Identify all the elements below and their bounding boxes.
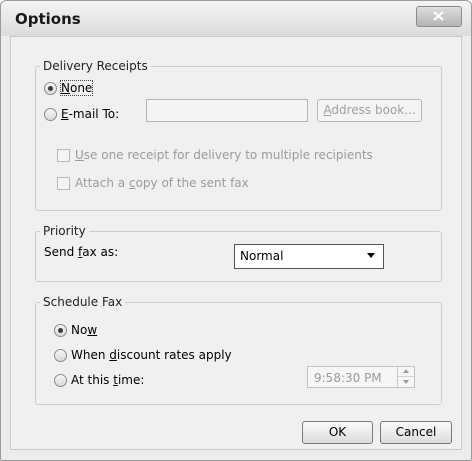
time-value: 9:58:30 PM	[314, 371, 382, 385]
one-receipt-checkbox[interactable]	[57, 148, 70, 162]
cancel-button[interactable]: Cancel	[380, 421, 452, 444]
at-time-radio[interactable]	[54, 373, 67, 387]
schedule-fax-legend: Schedule Fax	[40, 295, 126, 309]
priority-legend: Priority	[40, 224, 89, 238]
spin-down-icon	[403, 380, 409, 384]
now-radio-option[interactable]: Now	[54, 323, 97, 337]
ok-button[interactable]: OK	[302, 421, 373, 444]
title-bar[interactable]: Options	[1, 1, 471, 36]
at-time-label: At this time:	[71, 373, 145, 387]
email-label: E-mail To:	[61, 107, 120, 121]
one-receipt-option[interactable]: Use one receipt for delivery to multiple…	[57, 148, 373, 162]
email-radio[interactable]	[44, 107, 57, 121]
one-receipt-label: Use one receipt for delivery to multiple…	[75, 148, 373, 162]
none-radio[interactable]	[44, 81, 57, 95]
none-label: None	[59, 80, 94, 96]
email-radio-option[interactable]: E-mail To:	[44, 107, 119, 121]
time-spinner[interactable]: 9:58:30 PM	[307, 366, 415, 388]
dialog-title: Options	[15, 10, 81, 28]
send-fax-as-label: Send fax as:	[44, 245, 119, 259]
attach-copy-label: Attach a copy of the sent fax	[75, 176, 249, 190]
address-book-button[interactable]: Address book...	[317, 99, 422, 122]
send-fax-as-row: Send fax as:	[44, 245, 118, 259]
discount-label: When discount rates apply	[71, 348, 232, 362]
email-to-field[interactable]	[146, 99, 308, 122]
priority-select[interactable]: Normal	[234, 244, 384, 269]
spin-down-button[interactable]	[398, 377, 414, 387]
priority-value: Normal	[240, 249, 284, 263]
close-icon	[433, 11, 444, 21]
discount-radio-option[interactable]: When discount rates apply	[54, 348, 232, 362]
none-radio-option[interactable]: None	[44, 80, 94, 96]
discount-radio[interactable]	[54, 348, 67, 362]
spin-up-icon	[403, 369, 409, 373]
time-spinner-arrows[interactable]	[397, 367, 414, 387]
close-button[interactable]	[416, 6, 462, 27]
at-time-radio-option[interactable]: At this time:	[54, 373, 144, 387]
dialog-body: Delivery Receipts None E-mail To: Addres…	[10, 36, 462, 450]
now-radio[interactable]	[54, 323, 67, 337]
chevron-down-icon	[367, 253, 375, 258]
delivery-receipts-legend: Delivery Receipts	[40, 59, 151, 73]
attach-copy-checkbox[interactable]	[57, 176, 70, 190]
now-label: Now	[71, 323, 98, 337]
options-dialog: Options Delivery Receipts None E-mail To…	[0, 0, 472, 461]
spin-up-button[interactable]	[398, 367, 414, 377]
attach-copy-option[interactable]: Attach a copy of the sent fax	[57, 176, 249, 190]
